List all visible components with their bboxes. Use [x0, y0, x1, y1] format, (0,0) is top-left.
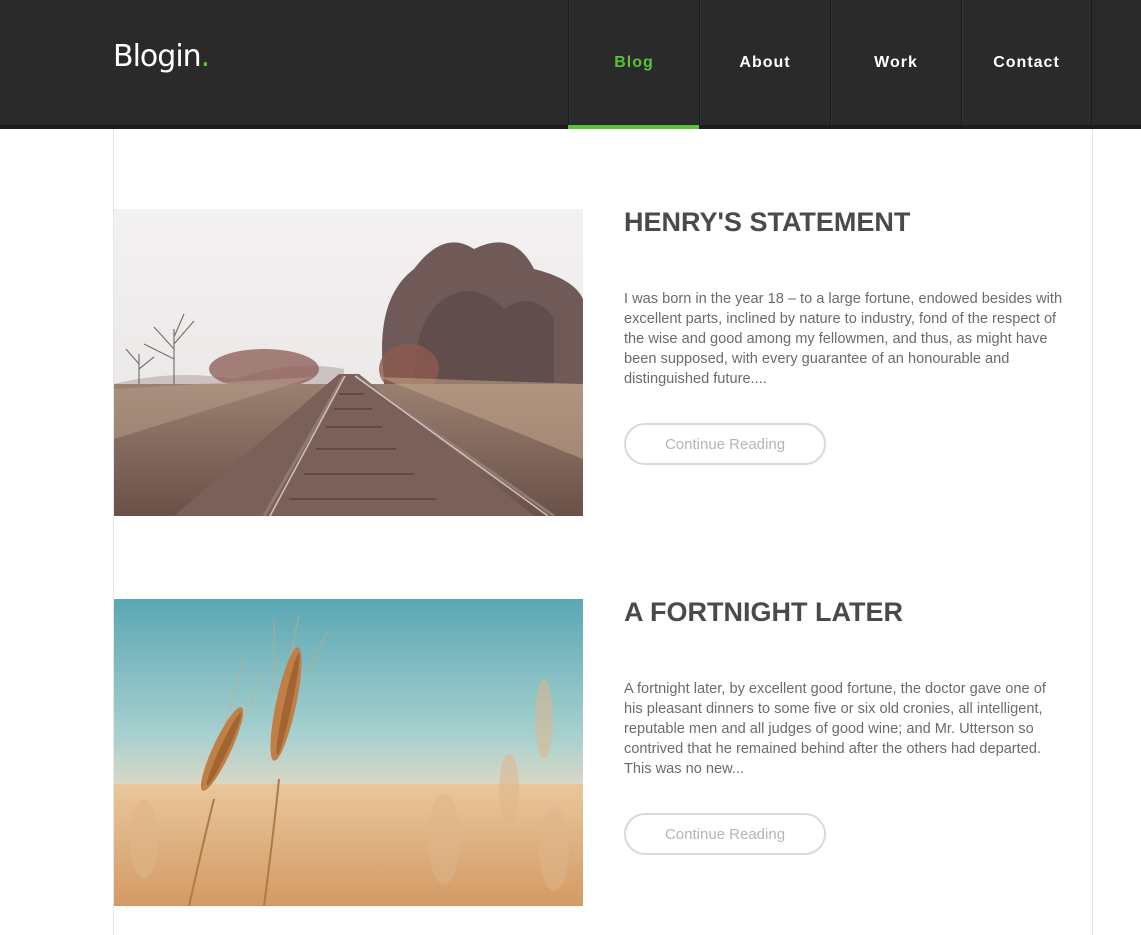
main-content: HENRY'S STATEMENT I was born in the year…: [113, 129, 1093, 935]
nav-item-label: Blog: [614, 53, 654, 71]
post-excerpt: I was born in the year 18 – to a large f…: [624, 291, 1063, 387]
blog-post: HENRY'S STATEMENT I was born in the year…: [114, 207, 1092, 517]
railroad-tracks-photo: [114, 209, 583, 516]
main-nav: Blog About Work Contact: [568, 0, 1092, 129]
nav-item-blog[interactable]: Blog: [568, 0, 699, 129]
nav-item-contact[interactable]: Contact: [961, 0, 1092, 125]
nav-item-label: Work: [874, 53, 918, 71]
blog-post: A FORTNIGHT LATER A fortnight later, by …: [114, 597, 1092, 907]
wheat-field-photo: [114, 599, 583, 906]
post-title[interactable]: HENRY'S STATEMENT: [624, 207, 910, 238]
nav-item-label: About: [739, 53, 791, 71]
post-title[interactable]: A FORTNIGHT LATER: [624, 597, 903, 628]
logo-text: Blogin: [113, 39, 202, 74]
nav-item-label: Contact: [993, 53, 1060, 71]
nav-item-work[interactable]: Work: [830, 0, 961, 125]
post-excerpt: A fortnight later, by excellent good for…: [624, 681, 1046, 777]
logo-dot: .: [200, 39, 210, 74]
nav-item-about[interactable]: About: [699, 0, 830, 125]
post-image-wheat[interactable]: [114, 599, 583, 906]
post-image-railroad[interactable]: [114, 209, 583, 516]
continue-reading-button[interactable]: Continue Reading: [624, 423, 826, 465]
continue-reading-button[interactable]: Continue Reading: [624, 813, 826, 855]
site-header: Blogin. Blog About Work Contact: [0, 0, 1141, 129]
site-logo[interactable]: Blogin.: [113, 39, 210, 74]
